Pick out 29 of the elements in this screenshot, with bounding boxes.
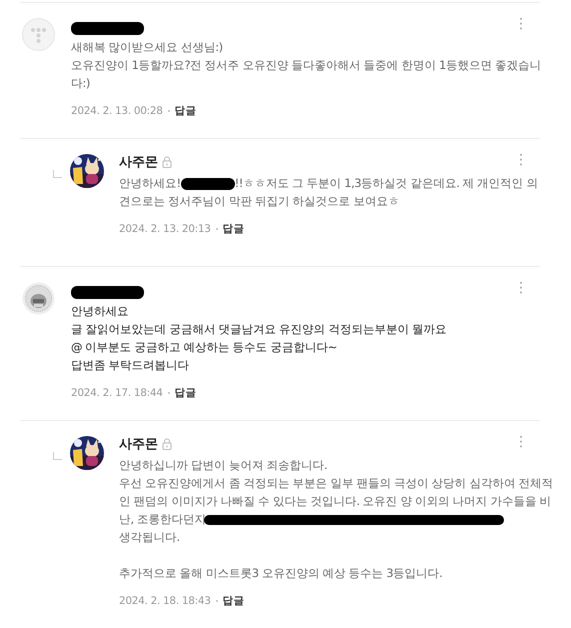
comment-text: 안녕하십니까 답변이 늦어져 죄송합니다.: [119, 457, 328, 474]
reply-link[interactable]: 답글: [222, 222, 245, 236]
comment-text: 오유진양이 1등할까요?전 정서주 오유진양 들다좋아해서 들중에 한명이 1등했으면 좋겠습니: [71, 57, 541, 74]
comment-text: 다:): [71, 75, 90, 92]
comment-text: 새해복 많이받으세요 선생님:): [71, 39, 223, 56]
author-name: 사주몬: [119, 436, 158, 453]
comment-text: 답변좀 부탁드려봅니다: [71, 357, 190, 374]
comment-text: 글 잘읽어보았는데 궁금해서 댓글남겨요 유진양의 걱정되는부분이 뭘까요: [71, 321, 446, 338]
comment-text: 생각됩니다.: [119, 529, 180, 546]
reply-link[interactable]: 답글: [174, 386, 197, 400]
comment-date: 2024. 2. 18. 18:43: [119, 595, 211, 607]
comment-text: 안녕하세요! !!ㅎㅎ저도 그 두분이 1,3등하실것 같은데요. 제 개인적인 의: [119, 175, 538, 192]
comment-text: 안녕하세요: [71, 303, 128, 320]
reply-indent-icon: [53, 452, 62, 460]
reply-link[interactable]: 답글: [174, 104, 197, 118]
comment-date: 2024. 2. 17. 18:44: [71, 387, 163, 399]
comment-date: 2024. 2. 13. 20:13: [119, 223, 211, 235]
reply-indent-icon: [53, 170, 62, 178]
comment-text: 우선 오유진양에게서 좀 걱정되는 부분은 일부 팬들의 극성이 상당히 심각하여 전체적: [119, 475, 554, 492]
reply-link[interactable]: 답글: [222, 594, 245, 608]
comment-text: 견으로는 정서주님이 막판 뒤집기 하실것으로 보여요ㅎ: [119, 193, 400, 210]
author-name: 사주몬: [119, 154, 158, 171]
redaction-mark: [180, 178, 235, 190]
comment-text: 인 팬덤의 이미지가 나빠질 수 있다는 것입니다. 오유진 양 이외의 나머지 가수들을 비: [119, 493, 552, 510]
comment-text: 추가적으로 올해 미스트롯3 오유진양의 예상 등수는 3등입니다.: [119, 565, 442, 582]
comment-date: 2024. 2. 13. 00:28: [71, 105, 163, 117]
comment-text: @ 이부분도 궁금하고 예상하는 등수도 궁금합니다~: [71, 339, 337, 356]
comment-text: 난, 조롱한다던지: [119, 510, 504, 528]
default-avatar-icon: [22, 18, 55, 51]
